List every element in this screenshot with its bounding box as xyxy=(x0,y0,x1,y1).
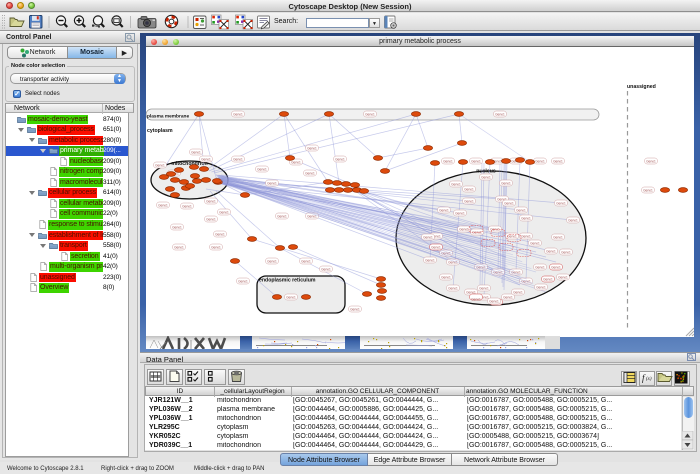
svg-text:Gene1: Gene1 xyxy=(521,234,531,238)
svg-text:Gene1: Gene1 xyxy=(643,188,653,192)
svg-text:Gene1: Gene1 xyxy=(335,157,345,161)
svg-text:Gene1: Gene1 xyxy=(568,218,578,222)
svg-text:nucleus: nucleus xyxy=(476,169,496,175)
svg-text:Gene1: Gene1 xyxy=(191,150,201,154)
svg-text:Gene1: Gene1 xyxy=(233,157,243,161)
svg-text:Gene1: Gene1 xyxy=(521,216,531,220)
svg-text:Gene1: Gene1 xyxy=(503,295,513,299)
svg-text:Gene1: Gene1 xyxy=(466,290,476,294)
svg-text:Gene1: Gene1 xyxy=(479,286,489,290)
svg-text:Gene1: Gene1 xyxy=(211,245,221,249)
svg-text:Gene1: Gene1 xyxy=(516,208,526,212)
svg-text:Gene1: Gene1 xyxy=(553,235,563,239)
svg-text:Gene1: Gene1 xyxy=(561,250,571,254)
svg-text:Gene1: Gene1 xyxy=(530,241,540,245)
svg-text:Gene1: Gene1 xyxy=(536,285,546,289)
svg-text:Gene1: Gene1 xyxy=(459,227,469,231)
svg-text:endoplasmic reticulum: endoplasmic reticulum xyxy=(259,278,316,284)
svg-text:cytoplasm: cytoplasm xyxy=(147,128,173,134)
svg-text:Gene1: Gene1 xyxy=(646,159,656,163)
svg-text:Gene1: Gene1 xyxy=(305,171,315,175)
svg-text:Gene1: Gene1 xyxy=(206,217,216,221)
svg-text:Gene1: Gene1 xyxy=(238,279,248,283)
svg-text:Gene1: Gene1 xyxy=(291,160,301,164)
svg-text:Gene1: Gene1 xyxy=(556,201,566,205)
svg-text:Gene1: Gene1 xyxy=(286,295,296,299)
svg-text:Gene1: Gene1 xyxy=(535,159,545,163)
svg-text:Gene1: Gene1 xyxy=(431,245,441,249)
svg-text:Gene1: Gene1 xyxy=(443,159,453,163)
svg-text:Gene1: Gene1 xyxy=(215,232,225,236)
svg-text:Gene1: Gene1 xyxy=(543,277,553,281)
svg-text:unassigned: unassigned xyxy=(627,84,656,90)
svg-text:Gene1: Gene1 xyxy=(489,299,499,303)
svg-text:Gene1: Gene1 xyxy=(257,167,267,171)
svg-text:Gene1: Gene1 xyxy=(423,235,433,239)
svg-text:Gene1: Gene1 xyxy=(321,267,331,271)
svg-text:Gene1: Gene1 xyxy=(201,157,211,161)
svg-text:Gene1: Gene1 xyxy=(233,112,243,116)
svg-text:Gene1: Gene1 xyxy=(464,199,474,203)
svg-text:Gene1: Gene1 xyxy=(481,175,491,179)
svg-text:Gene1: Gene1 xyxy=(155,163,165,167)
svg-text:Gene1: Gene1 xyxy=(307,146,317,150)
svg-text:Gene1: Gene1 xyxy=(439,208,449,212)
svg-text:Gene1: Gene1 xyxy=(267,259,277,263)
svg-text:Gene1: Gene1 xyxy=(277,214,287,218)
svg-text:Gene1: Gene1 xyxy=(471,159,481,163)
svg-text:Gene1: Gene1 xyxy=(451,182,461,186)
svg-text:Gene1: Gene1 xyxy=(448,286,458,290)
svg-text:Gene1: Gene1 xyxy=(535,265,545,269)
svg-text:Gene1: Gene1 xyxy=(455,211,465,215)
svg-text:Gene1: Gene1 xyxy=(471,297,481,301)
svg-text:Gene1: Gene1 xyxy=(174,245,184,249)
svg-text:Gene1: Gene1 xyxy=(513,290,523,294)
svg-text:Gene1: Gene1 xyxy=(553,159,563,163)
svg-text:Gene1: Gene1 xyxy=(558,275,568,279)
svg-text:Gene1: Gene1 xyxy=(495,112,505,116)
svg-text:Gene1: Gene1 xyxy=(182,204,192,208)
svg-text:Gene1: Gene1 xyxy=(219,210,229,214)
svg-text:Gene1: Gene1 xyxy=(206,199,216,203)
svg-text:Gene1: Gene1 xyxy=(425,258,435,262)
svg-text:plasma membrane: plasma membrane xyxy=(147,114,189,120)
svg-text:Gene1: Gene1 xyxy=(551,265,561,269)
svg-text:Gene1: Gene1 xyxy=(172,225,182,229)
svg-text:Gene1: Gene1 xyxy=(158,203,168,207)
svg-text:Gene1: Gene1 xyxy=(365,112,375,116)
svg-text:Gene1: Gene1 xyxy=(267,181,277,185)
svg-text:Gene1: Gene1 xyxy=(350,307,360,311)
svg-text:Gene1: Gene1 xyxy=(501,181,511,185)
svg-text:Gene1: Gene1 xyxy=(441,275,451,279)
svg-text:Gene1: Gene1 xyxy=(507,234,517,238)
svg-text:Gene1: Gene1 xyxy=(504,201,514,205)
svg-text:Gene1: Gene1 xyxy=(464,187,474,191)
svg-text:(x): (x) xyxy=(646,377,652,382)
svg-text:Gene1: Gene1 xyxy=(301,259,311,263)
svg-text:Gene1: Gene1 xyxy=(546,249,556,253)
